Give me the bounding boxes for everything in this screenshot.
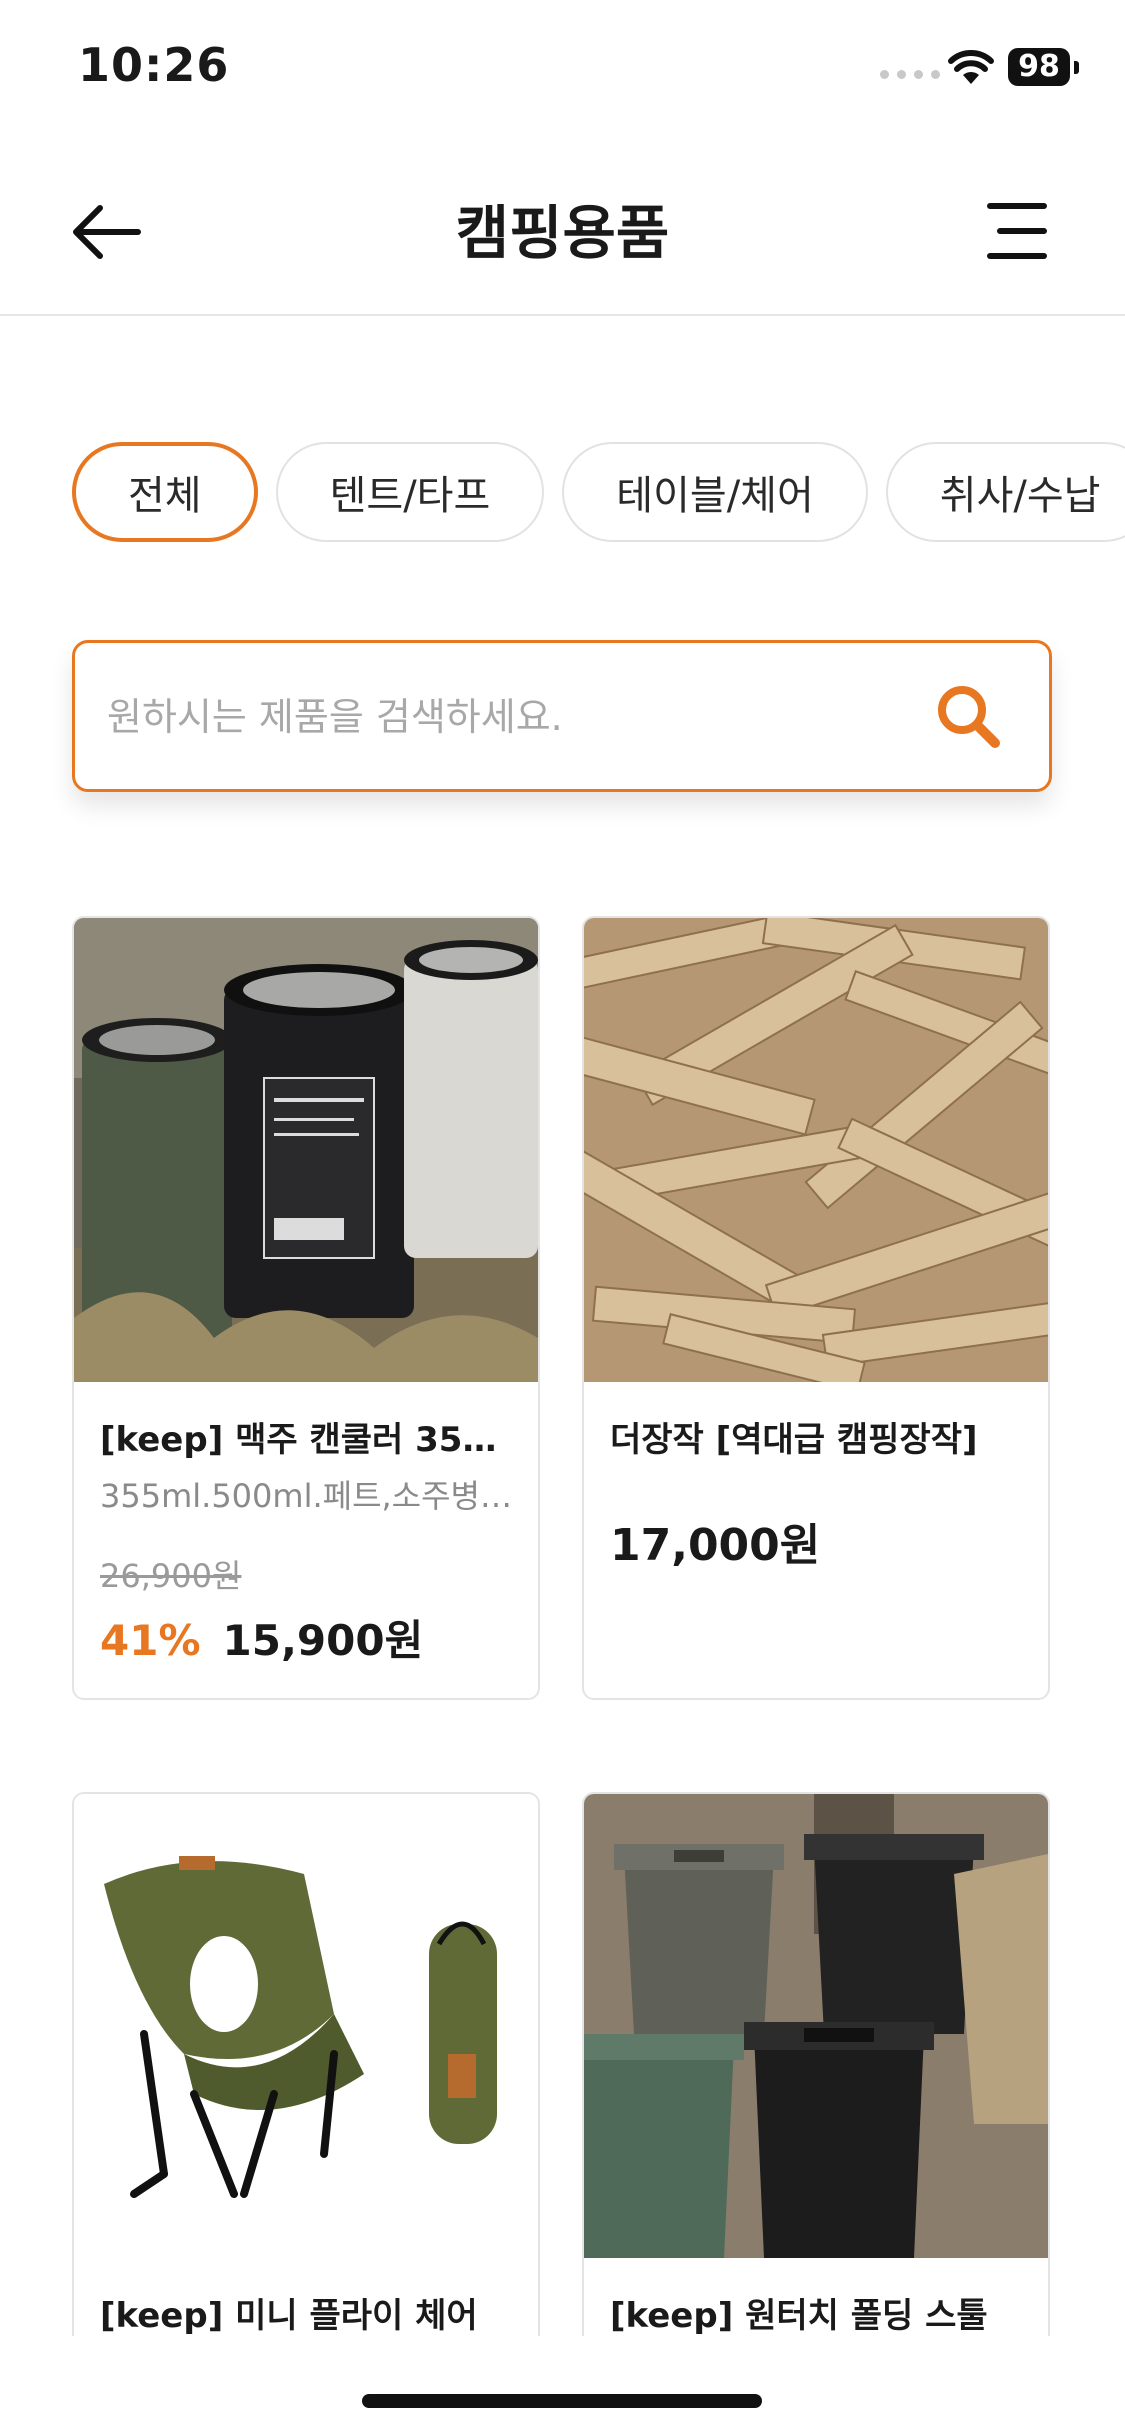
battery-level: 98 (1008, 48, 1070, 86)
product-card[interactable]: [keep] 미니 플라이 체어 (72, 1792, 540, 2412)
folding-stool-photo (584, 1794, 1048, 2258)
product-card[interactable]: [keep] 원터치 폴딩 스툴 (582, 1792, 1050, 2412)
battery-icon: 98 (1008, 48, 1080, 88)
tab-table-chair[interactable]: 테이블/체어 (562, 442, 868, 542)
product-name: [keep] 맥주 캔쿨러 355ml/500ml (100, 1420, 512, 1460)
app-header: 캠핑용품 (0, 140, 1125, 316)
status-bar: 10:26 98 (0, 0, 1125, 140)
product-name: [keep] 원터치 폴딩 스툴 (610, 2296, 988, 2336)
search-icon[interactable] (933, 681, 1005, 753)
product-description: 355ml.500ml.페트,소주병 호환 (100, 1477, 512, 1515)
wifi-icon (948, 50, 994, 84)
product-card[interactable]: [keep] 맥주 캔쿨러 355ml/500ml 355ml.500ml.페트… (72, 916, 540, 1700)
cellular-signal-icon (880, 70, 940, 79)
original-price: 26,900원 (100, 1557, 242, 1595)
search-box (72, 640, 1052, 792)
page-title: 캠핑용품 (455, 199, 670, 267)
can-cooler-photo (74, 918, 538, 1382)
menu-icon[interactable] (980, 196, 1050, 266)
tab-tent-tarp[interactable]: 텐트/타프 (275, 442, 545, 542)
product-name: [keep] 미니 플라이 체어 (100, 2296, 478, 2336)
sale-price: 15,900원 (222, 1616, 424, 1665)
discount-rate: 41% (100, 1616, 201, 1665)
search-input[interactable] (105, 643, 929, 791)
status-time: 10:26 (78, 38, 230, 92)
camping-chair-photo (74, 1794, 538, 2258)
tab-cooking-storage[interactable]: 취사/수납 (885, 442, 1125, 542)
home-indicator[interactable] (362, 2394, 762, 2408)
product-name: 더장작 [역대급 캠핑장작] (610, 1420, 978, 1460)
firewood-photo (584, 918, 1048, 1382)
product-card[interactable]: 더장작 [역대급 캠핑장작] 17,000원 (582, 916, 1050, 1700)
bottom-safe-area (0, 2336, 1125, 2436)
category-tabs: 전체 텐트/타프 테이블/체어 취사/수납 (72, 442, 1125, 550)
tab-all[interactable]: 전체 (72, 442, 258, 542)
sale-price: 17,000원 (610, 1520, 821, 1571)
